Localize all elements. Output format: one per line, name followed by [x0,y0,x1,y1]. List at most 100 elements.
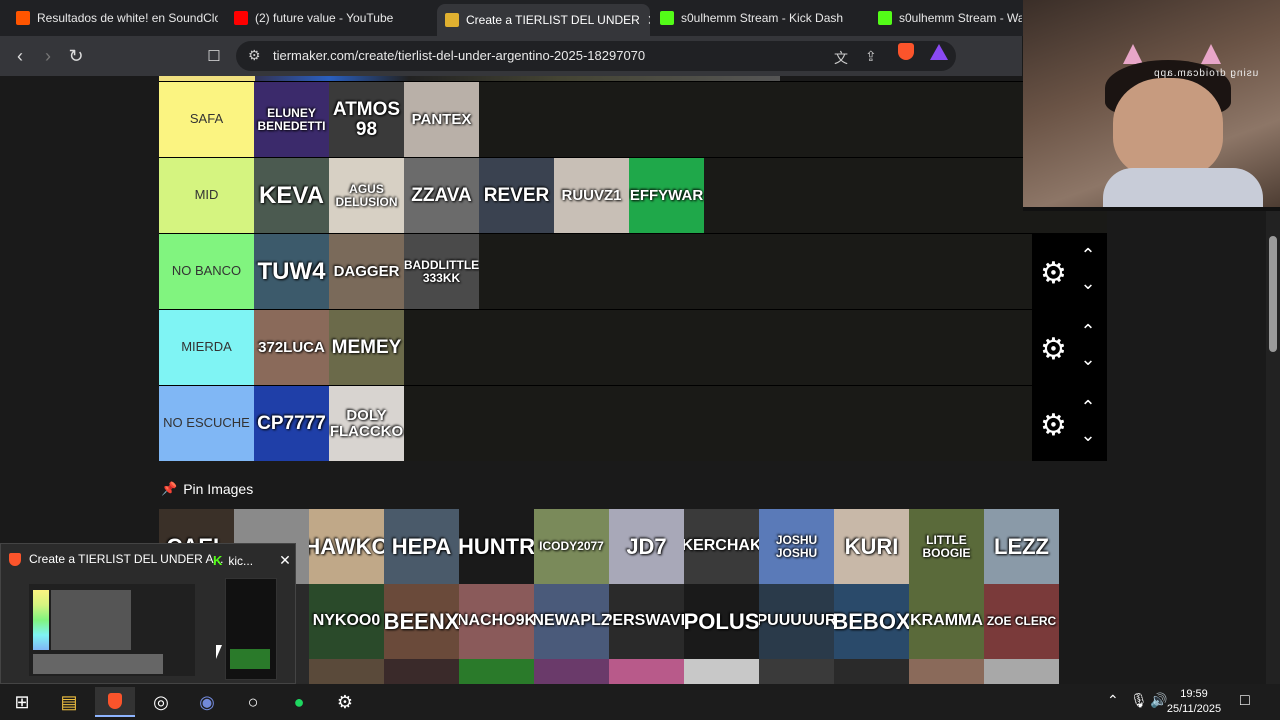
tier-label[interactable]: MIERDA [159,310,254,385]
tier-item-image[interactable]: ELUNEY BENEDETTI [254,82,329,157]
notification-icon[interactable]: □ [1240,692,1250,710]
brave-taskbar-icon[interactable] [95,687,135,717]
browser-tab[interactable]: (2) future value - YouTube [226,4,431,32]
close-preview-icon[interactable]: ✕ [279,552,291,569]
tier-item-image[interactable]: RUUVZ1 [554,158,629,233]
pool-image[interactable] [309,659,384,684]
tier-settings-gear-icon[interactable]: ⚙ [1040,408,1067,443]
url-field[interactable]: ⚙ tiermaker.com/create/tierlist-del-unde… [236,41,956,71]
translate-icon[interactable]: 文 [834,48,848,68]
pool-image[interactable]: KERCHAK [684,509,759,584]
tier-item-image[interactable]: CP7777 [254,386,329,461]
tier-label[interactable]: MID [159,158,254,233]
preview-thumbnail-1[interactable] [29,584,195,676]
pin-images-toggle[interactable]: 📌 Pin Images [161,481,253,497]
move-tier-up-icon[interactable]: ⌃ [1076,321,1100,341]
pool-image[interactable]: NACHO9K [459,584,534,659]
move-tier-down-icon[interactable]: ⌄ [1076,273,1100,293]
tier-item-image[interactable]: TUW4 [254,234,329,309]
pool-image[interactable] [984,659,1059,684]
pool-image[interactable]: LITTLE BOOGIE [909,509,984,584]
pool-image[interactable]: ICODY2077 [534,509,609,584]
pool-image[interactable]: BEENX [384,584,459,659]
pool-image[interactable]: HAWKO [309,509,384,584]
pool-image[interactable] [684,659,759,684]
microphone-icon[interactable]: 🎙 [1130,692,1148,709]
preview-window-1[interactable]: Create a TIERLIST DEL UNDER A... [9,552,224,566]
browser-tab[interactable]: s0ulhemm Stream - Kick Dash [652,4,862,32]
tier-item-image[interactable]: EFFYWAR [629,158,704,233]
tier-item-image[interactable]: PANTEX [404,82,479,157]
preview-thumbnail-2[interactable] [225,578,277,680]
pool-image[interactable]: PERSWAVE [609,584,684,659]
pool-image[interactable]: LEZZ [984,509,1059,584]
browser-tab[interactable]: Resultados de white! en SoundClo [8,4,218,32]
tier-label[interactable]: NO BANCO [159,234,254,309]
close-tab-icon[interactable]: ✕ [647,12,650,29]
tier-item-image[interactable]: ATMOS 98 [329,82,404,157]
forward-button[interactable]: › [36,44,60,68]
youtube-icon [234,11,248,25]
tier-item-image[interactable]: MEMEY [329,310,404,385]
start-button[interactable]: ⊞ [2,687,42,717]
tier-item-image[interactable]: BADDLITTLE 333KK [404,234,479,309]
scrollbar-thumb[interactable] [1269,236,1277,352]
move-tier-down-icon[interactable]: ⌄ [1076,349,1100,369]
pool-image[interactable]: NEWAPLZ [534,584,609,659]
tier-item-image[interactable]: AGUS DELUSION [329,158,404,233]
site-info-icon[interactable]: ⚙ [248,47,261,64]
tier-label[interactable]: SAFA [159,82,254,157]
pool-image[interactable]: JD7 [609,509,684,584]
obs-taskbar-icon[interactable]: ◎ [141,687,181,717]
pool-image[interactable]: POLUS [684,584,759,659]
tab-title: s0ulhemm Stream - Kick Dash [681,11,844,25]
tier-item-image[interactable]: KEVA [254,158,329,233]
pool-image[interactable]: KURI [834,509,909,584]
share-icon[interactable]: ⇪ [865,48,877,65]
pool-image[interactable]: PUUUUUR [759,584,834,659]
taskbar-preview-popup[interactable]: Create a TIERLIST DEL UNDER A... K kic..… [0,543,296,684]
brave-rewards-icon[interactable] [930,44,948,60]
back-button[interactable]: ‹ [8,44,32,68]
system-clock[interactable]: 19:59 25/11/2025 [1163,687,1225,717]
spotify-taskbar-icon[interactable]: ● [279,687,319,717]
pool-image[interactable] [534,659,609,684]
tier-settings-gear-icon[interactable]: ⚙ [1040,256,1067,291]
pool-image[interactable] [459,659,534,684]
pool-image[interactable] [384,659,459,684]
tab-title: Create a TIERLIST DEL UNDER [466,13,640,27]
preview-window-2[interactable]: K kic... ✕ [213,552,291,569]
browser-tab[interactable]: Create a TIERLIST DEL UNDER ✕ [437,4,650,36]
move-tier-down-icon[interactable]: ⌄ [1076,425,1100,445]
browser-tab[interactable]: s0ulhemm Stream - Wat [870,4,1022,32]
pool-image[interactable] [909,659,984,684]
pool-image[interactable]: HEPA [384,509,459,584]
tier-item-image[interactable]: DAGGER [329,234,404,309]
tier-label[interactable]: NO ESCUCHE [159,386,254,461]
reload-button[interactable]: ↻ [64,44,88,68]
tray-overflow-icon[interactable]: ⌃ [1107,692,1119,709]
pool-image[interactable]: KRAMMA [909,584,984,659]
move-tier-up-icon[interactable]: ⌃ [1076,397,1100,417]
brave-shields-icon[interactable] [898,43,914,60]
pool-image[interactable]: HUNTR [459,509,534,584]
settings-taskbar-icon[interactable]: ⚙ [325,687,365,717]
pool-image[interactable]: BEBOX [834,584,909,659]
pool-image[interactable]: JOSHU JOSHU [759,509,834,584]
tier-item-image[interactable]: ZZAVA [404,158,479,233]
bookmark-icon[interactable]: ☐ [202,44,226,68]
file-explorer-icon[interactable]: ▤ [49,687,89,717]
kick-icon: K [213,553,223,568]
pool-image[interactable] [609,659,684,684]
discord-taskbar-icon[interactable]: ◉ [187,687,227,717]
tier-item-image[interactable]: REVER [479,158,554,233]
app-taskbar-icon[interactable]: ○ [233,687,273,717]
pool-image[interactable] [834,659,909,684]
tier-settings-gear-icon[interactable]: ⚙ [1040,332,1067,367]
pool-image[interactable] [759,659,834,684]
tier-item-image[interactable]: 372LUCA [254,310,329,385]
pool-image[interactable]: NYKOO0 [309,584,384,659]
pool-image[interactable]: ZOE CLERC [984,584,1059,659]
move-tier-up-icon[interactable]: ⌃ [1076,245,1100,265]
tier-item-image[interactable]: DOLY FLACCKO [329,386,404,461]
